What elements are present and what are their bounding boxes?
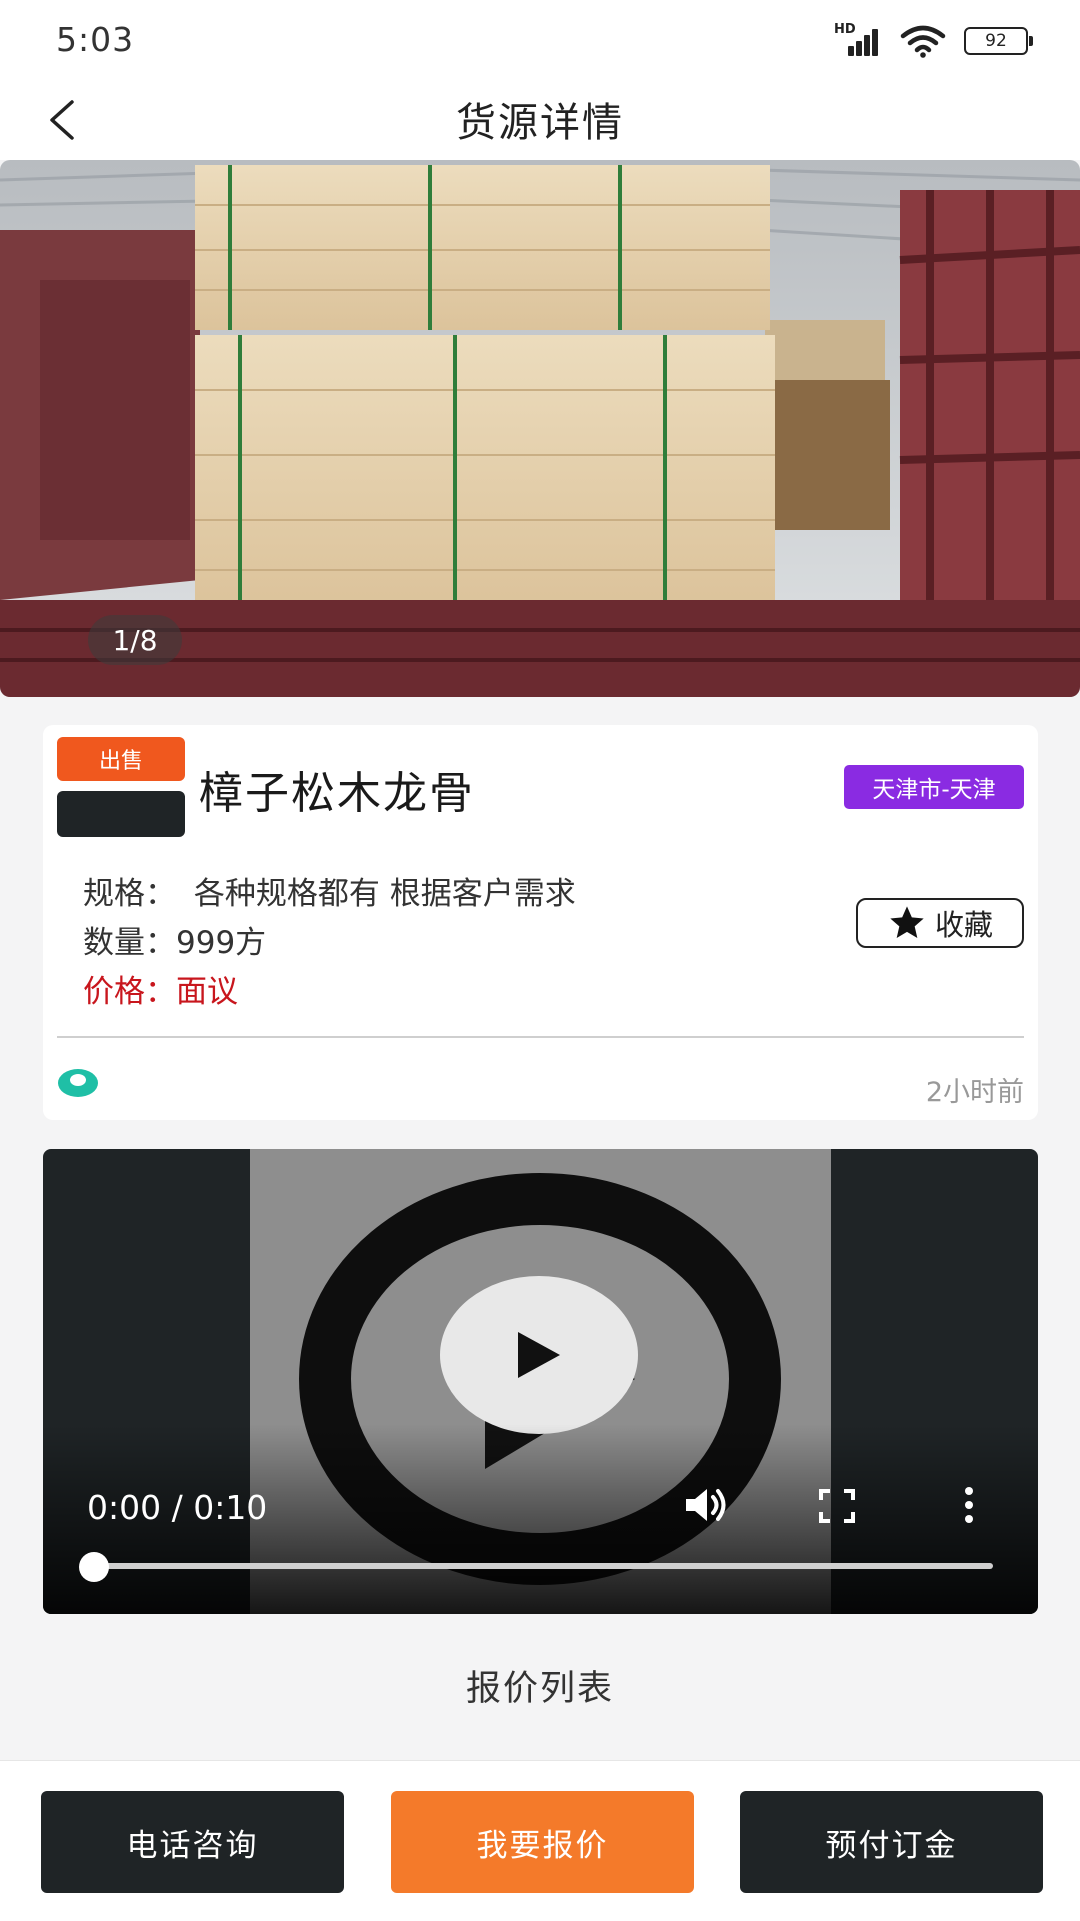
submit-quote-button[interactable]: 我要报价 bbox=[391, 1791, 694, 1893]
video-progress-knob[interactable] bbox=[79, 1552, 109, 1582]
gallery-counter: 1/8 bbox=[88, 615, 182, 665]
status-bar: 5:03 HD 92 bbox=[0, 0, 1080, 78]
quantity-value: 999方 bbox=[176, 925, 267, 961]
bottom-action-bar: 电话咨询 我要报价 预付订金 bbox=[0, 1760, 1080, 1921]
battery-icon: 92 bbox=[964, 27, 1033, 55]
quote-list-heading: 报价列表 bbox=[465, 1669, 614, 1709]
prepay-deposit-button[interactable]: 预付订金 bbox=[740, 1791, 1043, 1893]
header: 货源详情 bbox=[0, 78, 1080, 160]
spec-row: 规格： 各种规格都有 根据客户需求 bbox=[83, 868, 576, 913]
page-title: 货源详情 bbox=[456, 100, 624, 146]
quantity-row: 数量：999方 bbox=[83, 917, 266, 962]
quantity-label: 数量： bbox=[83, 925, 176, 961]
video-progress-bar[interactable] bbox=[103, 1563, 993, 1569]
redacted-tag bbox=[57, 791, 185, 837]
status-icons: HD 92 bbox=[834, 22, 1033, 58]
star-icon bbox=[890, 906, 924, 938]
volume-icon[interactable] bbox=[683, 1485, 729, 1525]
status-time: 5:03 bbox=[56, 20, 135, 59]
product-image-gallery[interactable]: 1/8 bbox=[0, 160, 1080, 697]
play-button[interactable] bbox=[440, 1276, 638, 1434]
spec-value: 各种规格都有 根据客户需求 bbox=[193, 876, 576, 912]
price-label: 价格： bbox=[83, 974, 176, 1010]
fullscreen-icon[interactable] bbox=[819, 1489, 855, 1523]
phone-consult-button[interactable]: 电话咨询 bbox=[41, 1791, 344, 1893]
price-value: 面议 bbox=[176, 974, 238, 1010]
product-title: 樟子松木龙骨 bbox=[199, 768, 475, 819]
user-avatar-icon[interactable] bbox=[57, 1068, 99, 1098]
network-type-label: HD bbox=[834, 22, 856, 37]
price-row: 价格：面议 bbox=[83, 966, 238, 1011]
wifi-icon bbox=[900, 25, 946, 58]
favorite-label: 收藏 bbox=[934, 908, 993, 942]
play-icon bbox=[518, 1332, 560, 1378]
location-badge: 天津市-天津 bbox=[844, 765, 1024, 809]
sale-tag: 出售 bbox=[57, 737, 185, 781]
post-time: 2小时前 bbox=[925, 1077, 1024, 1108]
more-options-icon[interactable] bbox=[962, 1485, 976, 1525]
video-time: 0:00 / 0:10 bbox=[87, 1488, 268, 1527]
video-player[interactable]: 0:00 / 0:10 bbox=[43, 1149, 1038, 1614]
favorite-button[interactable]: 收藏 bbox=[856, 898, 1024, 948]
product-card: 出售 樟子松木龙骨 天津市-天津 规格： 各种规格都有 根据客户需求 数量：99… bbox=[43, 725, 1038, 1120]
divider bbox=[57, 1036, 1024, 1038]
signal-icon: HD bbox=[834, 22, 882, 56]
spec-label: 规格： bbox=[83, 876, 176, 912]
